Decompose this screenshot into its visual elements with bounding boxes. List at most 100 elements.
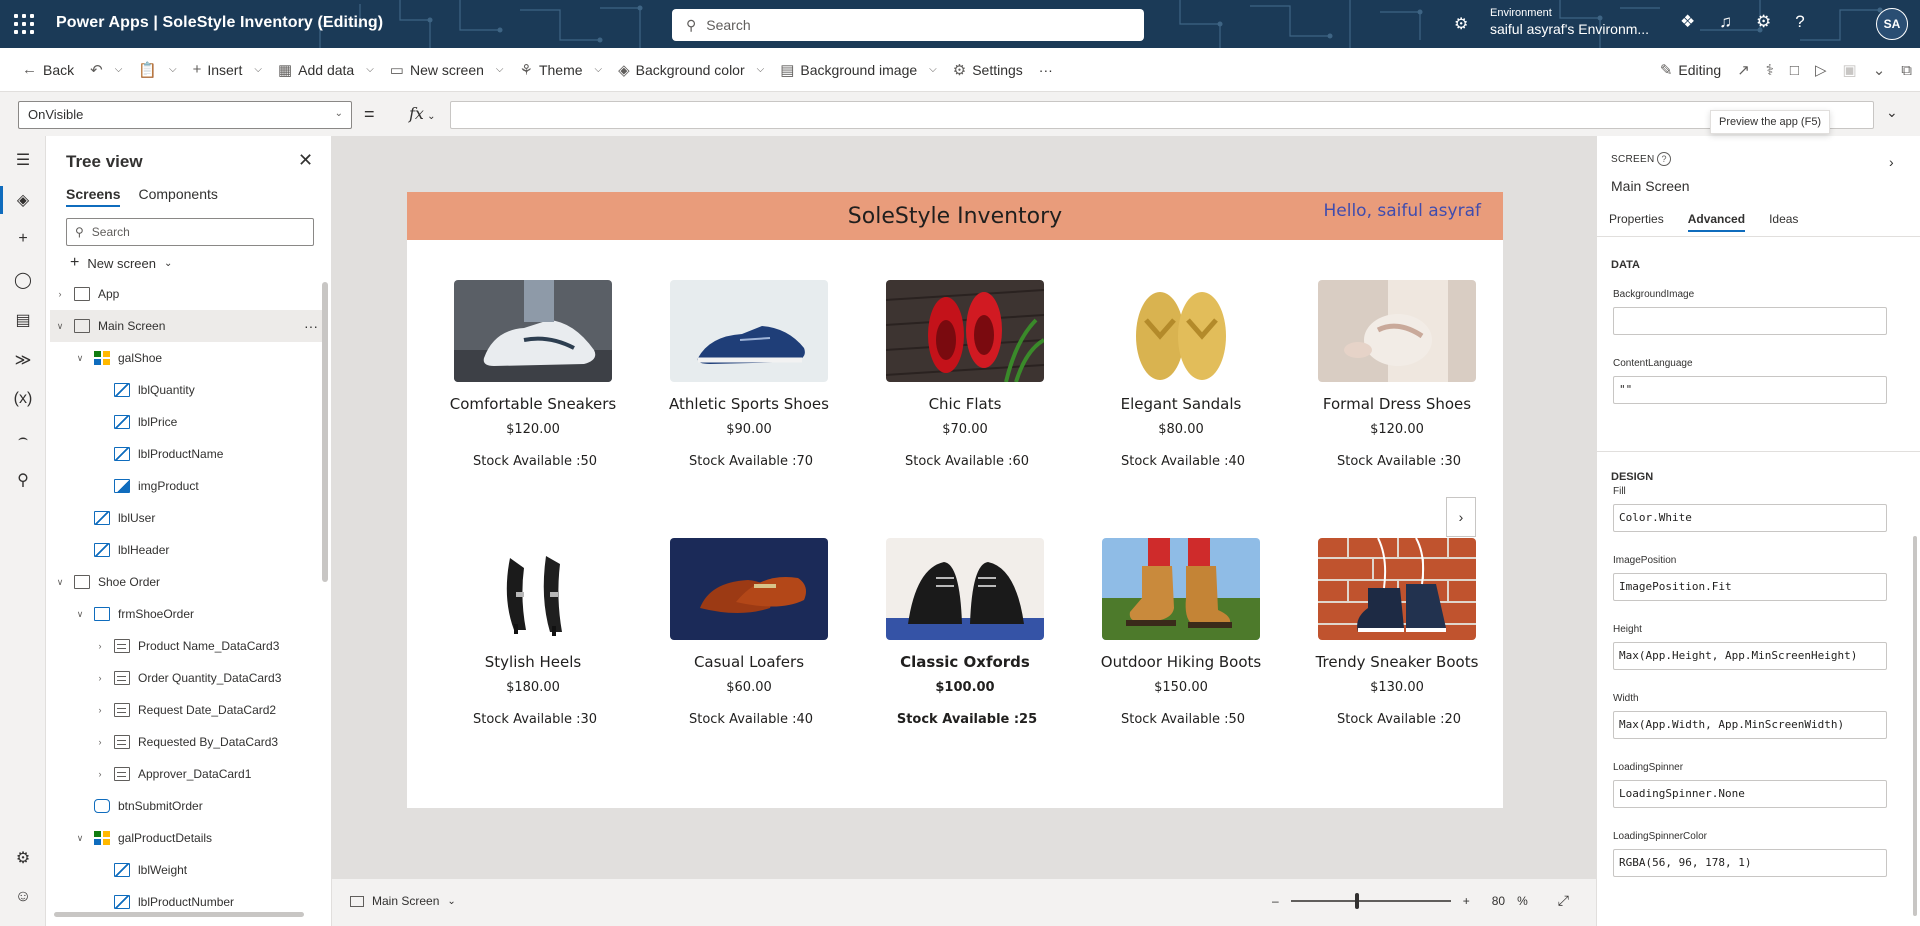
insert-button[interactable]: + Insert ⌵ <box>185 54 270 86</box>
tree-horizontal-scrollbar[interactable] <box>54 912 304 917</box>
expand-formula-bar-icon[interactable]: ⌄ <box>1886 104 1898 121</box>
save-button[interactable]: ▣ <box>1835 54 1865 86</box>
zoom-value[interactable]: 80 <box>1492 894 1505 908</box>
chevron-right-icon[interactable]: › <box>94 769 106 779</box>
app-launcher-icon[interactable] <box>14 14 34 34</box>
avatar[interactable]: SA <box>1876 8 1908 40</box>
save-options-chevron[interactable]: ⌄ <box>1865 54 1894 86</box>
gear-icon[interactable]: ⚙ <box>1756 12 1771 32</box>
tree-node[interactable]: › Requested By_DataCard3 <box>50 726 326 758</box>
virtual-agent-icon[interactable]: ☺ <box>13 888 33 908</box>
product-name-label[interactable]: Casual Loafers <box>623 653 875 671</box>
tree-node[interactable]: ∨ Shoe Order <box>50 566 326 598</box>
tree-node[interactable]: › Approver_DataCard1 <box>50 758 326 790</box>
background-image-button[interactable]: ▤ Background image ⌵ <box>772 54 945 86</box>
property-value-input[interactable] <box>1613 307 1887 335</box>
property-value-input[interactable]: LoadingSpinner.None <box>1613 780 1887 808</box>
tree-node[interactable]: › Request Date_DataCard2 <box>50 694 326 726</box>
data-cylinder-icon[interactable]: ◯ <box>13 270 33 290</box>
comments-button[interactable]: □ <box>1782 54 1807 86</box>
product-name-label[interactable]: Stylish Heels <box>407 653 659 671</box>
property-value-input[interactable]: "" <box>1613 376 1887 404</box>
chevron-right-icon[interactable]: › <box>94 641 106 651</box>
tree-node[interactable]: btnSubmitOrder <box>50 790 326 822</box>
tab-advanced[interactable]: Advanced <box>1687 212 1746 232</box>
gallery-item[interactable]: Comfortable Sneakers $120.00 Stock Availab… <box>407 280 623 510</box>
gallery-item[interactable]: Trendy Sneaker Boots $130.00 Stock Availab… <box>1271 538 1487 768</box>
product-price-label[interactable]: $80.00 <box>1055 422 1307 437</box>
chevron-down-icon[interactable]: ⌵ <box>169 64 177 75</box>
app-screen-preview[interactable]: SoleStyle Inventory Hello, saiful asyraf… <box>407 192 1503 808</box>
product-price-label[interactable]: $120.00 <box>1271 422 1523 437</box>
tree-node[interactable]: lblWeight <box>50 854 326 886</box>
product-name-label[interactable]: Athletic Sports Shoes <box>623 395 875 413</box>
search-icon[interactable]: ⚲ <box>13 470 33 490</box>
chevron-down-icon[interactable]: ∨ <box>54 321 66 332</box>
editing-mode-button[interactable]: ✎ Editing <box>1652 54 1729 86</box>
product-image[interactable] <box>1102 280 1260 382</box>
gallery-next-arrow[interactable]: › <box>1446 497 1476 537</box>
settings-gear-icon[interactable]: ⚙ <box>13 848 33 868</box>
property-value-input[interactable]: RGBA(56, 96, 178, 1) <box>1613 849 1887 877</box>
advanced-tools-icon[interactable]: ⌢ <box>13 430 33 450</box>
tree-node[interactable]: lblQuantity <box>50 374 326 406</box>
property-value-input[interactable]: Max(App.Height, App.MinScreenHeight) <box>1613 642 1887 670</box>
product-name-label[interactable]: Comfortable Sneakers <box>407 395 659 413</box>
product-image[interactable] <box>1318 538 1476 640</box>
power-automate-icon[interactable]: ≫ <box>13 350 33 370</box>
chevron-right-icon[interactable]: › <box>94 673 106 683</box>
product-name-label[interactable]: Elegant Sandals <box>1055 395 1307 413</box>
tree-view-icon[interactable]: ◈ <box>0 186 33 214</box>
tree-node[interactable]: imgProduct <box>50 470 326 502</box>
product-image[interactable] <box>454 280 612 382</box>
product-price-label[interactable]: $150.00 <box>1055 680 1307 695</box>
background-color-button[interactable]: ◈ Background color ⌵ <box>610 54 772 86</box>
user-greeting-label[interactable]: Hello, saiful asyraf <box>1323 201 1481 221</box>
tree-node[interactable]: ∨ frmShoeOrder <box>50 598 326 630</box>
product-price-label[interactable]: $180.00 <box>407 680 659 695</box>
product-name-label[interactable]: Formal Dress Shoes <box>1271 395 1523 413</box>
settings-button[interactable]: ⚙ Settings <box>945 54 1031 86</box>
formula-input[interactable] <box>450 101 1874 129</box>
tree-node[interactable]: › Product Name_DataCard3 <box>50 630 326 662</box>
bell-icon[interactable]: ♫ <box>1719 12 1732 32</box>
zoom-out-icon[interactable]: – <box>1272 894 1279 908</box>
product-image[interactable] <box>670 280 828 382</box>
tab-properties[interactable]: Properties <box>1609 212 1664 232</box>
undo-button[interactable]: ↶ ⌵ <box>82 54 130 86</box>
new-screen-button[interactable]: ▭ New screen ⌵ <box>382 54 512 86</box>
chevron-down-icon[interactable]: ⌵ <box>115 64 123 75</box>
help-icon[interactable]: ? <box>1657 152 1671 166</box>
product-image[interactable] <box>1318 280 1476 382</box>
tree-search-input[interactable]: ⚲ Search <box>66 218 314 246</box>
chevron-down-icon[interactable]: ∨ <box>74 609 86 620</box>
app-header[interactable]: SoleStyle Inventory Hello, saiful asyraf <box>407 192 1503 240</box>
product-stock-label[interactable]: Stock Available :30 <box>1271 454 1527 469</box>
product-name-label[interactable]: Outdoor Hiking Boots <box>1055 653 1307 671</box>
theme-button[interactable]: ⚘ Theme ⌵ <box>512 54 611 86</box>
product-image[interactable] <box>454 538 612 640</box>
tree-node[interactable]: › Order Quantity_DataCard3 <box>50 662 326 694</box>
tab-screens[interactable]: Screens <box>66 186 121 207</box>
add-data-button[interactable]: ▦ Add data ⌵ <box>270 54 382 86</box>
property-value-input[interactable]: Max(App.Width, App.MinScreenWidth) <box>1613 711 1887 739</box>
copilot-icon[interactable]: ❖ <box>1680 12 1695 32</box>
product-stock-label[interactable]: Stock Available :20 <box>1271 712 1527 727</box>
app-checker-button[interactable]: ⚕ <box>1758 54 1782 86</box>
zoom-slider-thumb[interactable] <box>1354 892 1359 909</box>
chevron-down-icon[interactable]: ∨ <box>74 833 86 844</box>
function-button[interactable]: fx ⌄ <box>403 101 451 129</box>
product-price-label[interactable]: $60.00 <box>623 680 875 695</box>
product-price-label[interactable]: $120.00 <box>407 422 659 437</box>
product-price-label[interactable]: $70.00 <box>839 422 1091 437</box>
chevron-right-icon[interactable]: › <box>94 705 106 715</box>
hamburger-menu-icon[interactable]: ☰ <box>13 150 33 170</box>
help-icon[interactable]: ? <box>1795 12 1804 32</box>
chevron-right-icon[interactable]: › <box>1889 154 1894 170</box>
product-name-label[interactable]: Trendy Sneaker Boots <box>1271 653 1523 671</box>
tree-node[interactable]: › App <box>50 278 326 310</box>
product-price-label[interactable]: $130.00 <box>1271 680 1523 695</box>
chevron-right-icon[interactable]: › <box>94 737 106 747</box>
chevron-down-icon[interactable]: ∨ <box>74 353 86 364</box>
product-image[interactable] <box>886 280 1044 382</box>
